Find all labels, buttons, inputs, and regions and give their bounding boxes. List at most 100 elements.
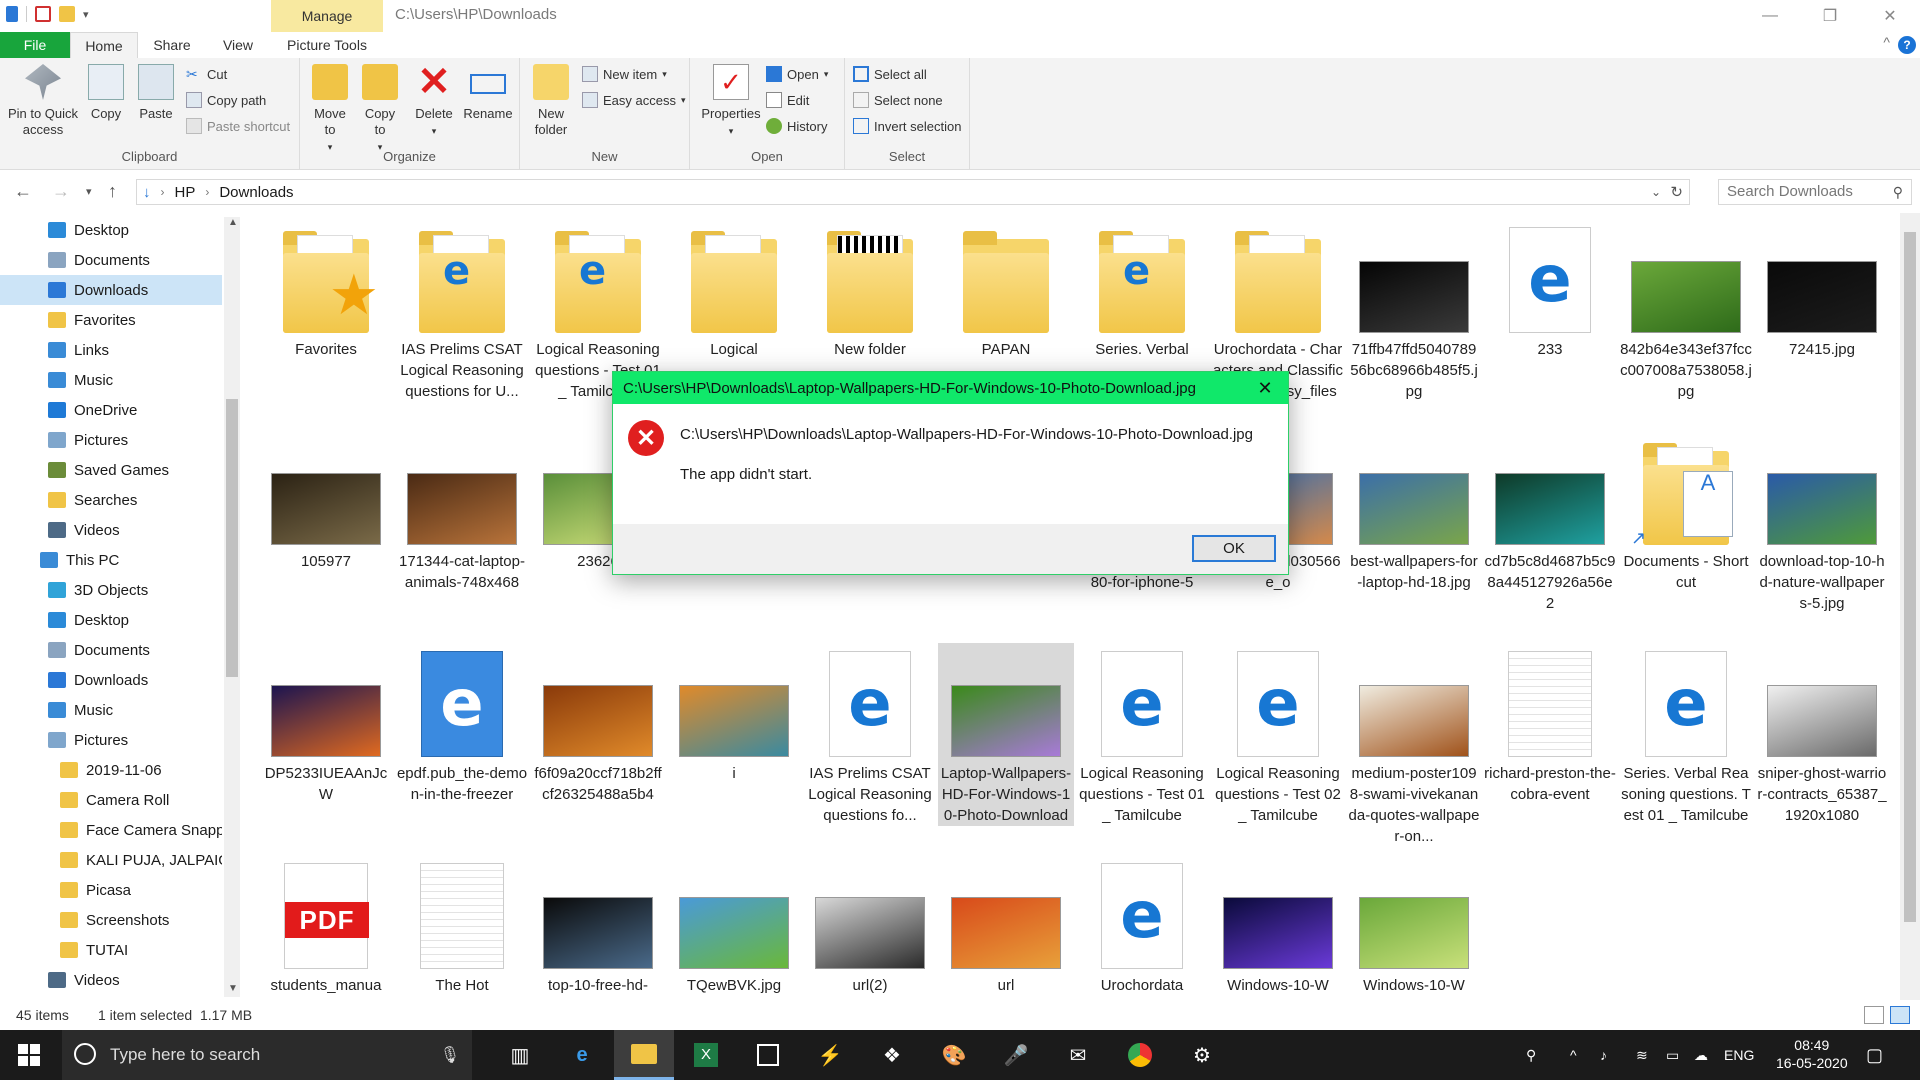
taskbar-search-box[interactable]: Type here to search 🎙 [62, 1030, 472, 1080]
cut-button[interactable]: ✂ Cut [186, 64, 227, 84]
tray-overflow-icon[interactable]: ^ [1570, 1030, 1577, 1080]
open-button[interactable]: Open ▾ [766, 64, 828, 84]
voice-recorder-icon[interactable]: 🎤 [986, 1030, 1046, 1080]
breadcrumb-downloads[interactable]: Downloads [219, 184, 293, 201]
files-scroll-thumb[interactable] [1904, 232, 1916, 922]
file-item[interactable]: top-10-free-hd- [530, 855, 666, 996]
file-item[interactable]: download-top-10-hd-nature-wallpapers-5.j… [1754, 431, 1890, 614]
file-item[interactable]: ★ Favorites [258, 219, 394, 360]
customize-qat-icon[interactable]: ▾ [83, 8, 89, 21]
sidebar-item[interactable]: TUTAI [0, 935, 222, 965]
dialog-close-button[interactable]: ✕ [1242, 372, 1288, 404]
file-item[interactable]: e epdf.pub_the-demon-in-the-freezer [394, 643, 530, 805]
tab-picture-tools[interactable]: Picture Tools [271, 32, 383, 58]
file-item[interactable]: 105977 [258, 431, 394, 572]
file-item[interactable]: PDF students_manua [258, 855, 394, 996]
file-item[interactable]: Laptop-Wallpapers-HD-For-Windows-10-Phot… [938, 643, 1074, 826]
copy-to-button[interactable]: Copy to ▾ [358, 64, 402, 155]
select-all-button[interactable]: Select all [853, 64, 927, 84]
sidebar-item[interactable]: This PC [0, 545, 222, 575]
easy-access-button[interactable]: Easy access ▾ [582, 90, 686, 110]
close-button[interactable]: ✕ [1860, 0, 1920, 32]
minimize-button[interactable]: — [1740, 0, 1800, 32]
sidebar-scroll-thumb[interactable] [226, 399, 238, 677]
file-item[interactable]: e Logical Reasoning questions - Test 02 _… [1210, 643, 1346, 826]
tab-view[interactable]: View [212, 32, 264, 58]
clock[interactable]: 08:49 16-05-2020 [1776, 1036, 1848, 1072]
large-icons-view-button[interactable] [1890, 1006, 1910, 1024]
search-icon[interactable]: ⚲ [1893, 184, 1903, 201]
tab-share[interactable]: Share [146, 32, 198, 58]
back-arrow-icon[interactable]: ← [14, 181, 32, 202]
sidebar-item[interactable]: OneDrive [0, 395, 222, 425]
battery-icon[interactable]: ▭ [1666, 1030, 1679, 1080]
details-view-button[interactable] [1864, 1006, 1884, 1024]
select-none-button[interactable]: Select none [853, 90, 943, 110]
excel-icon[interactable]: X [676, 1030, 736, 1080]
file-item[interactable]: New folder [802, 219, 938, 360]
file-item[interactable]: 71ffb47ffd504078956bc68966b485f5.jpg [1346, 219, 1482, 402]
file-item[interactable]: 842b64e343ef37fccc007008a7538058.jpg [1618, 219, 1754, 402]
sidebar-item[interactable]: Documents [0, 635, 222, 665]
sidebar-item[interactable]: Screenshots [0, 905, 222, 935]
file-item[interactable]: TQewBVK.jpg [666, 855, 802, 996]
sidebar-item[interactable]: Music [0, 365, 222, 395]
paste-shortcut-button[interactable]: Paste shortcut [186, 116, 290, 136]
file-item[interactable]: f6f09a20ccf718b2ffcf26325488a5b4 [530, 643, 666, 805]
sidebar-item[interactable]: Camera Roll [0, 785, 222, 815]
chrome-icon[interactable] [1110, 1030, 1170, 1080]
start-button[interactable] [0, 1030, 58, 1080]
mail-icon[interactable]: ✉ [1048, 1030, 1108, 1080]
delete-button[interactable]: ✕ Delete ▾ [412, 62, 456, 139]
help-icon[interactable]: ? [1898, 36, 1916, 54]
ok-button[interactable]: OK [1192, 535, 1276, 562]
sidebar-item[interactable]: Saved Games [0, 455, 222, 485]
file-item[interactable]: e Series. Verbal [1074, 219, 1210, 360]
sidebar-item[interactable]: Face Camera Snappy [0, 815, 222, 845]
sidebar-item[interactable]: Links [0, 335, 222, 365]
settings-gear-icon[interactable]: ⚙ [1172, 1030, 1232, 1080]
sidebar-item[interactable]: Picasa [0, 875, 222, 905]
address-bar[interactable]: ↓ › HP › Downloads ⌄ ↻ [136, 179, 1690, 205]
copy-path-button[interactable]: Copy path [186, 90, 266, 110]
folder-icon[interactable] [59, 6, 75, 22]
microphone-icon[interactable]: 🎙 [440, 1045, 460, 1065]
network-icon[interactable]: ≋ [1636, 1030, 1648, 1080]
rename-button[interactable]: Rename [462, 64, 514, 122]
file-item[interactable]: e Logical Reasoning questions - Test 01 _… [1074, 643, 1210, 826]
file-item[interactable]: e IAS Prelims CSAT Logical Reasoning ques… [394, 219, 530, 402]
refresh-icon[interactable]: ↻ [1670, 183, 1683, 201]
file-item[interactable]: DP5233IUEAAnJcW [258, 643, 394, 805]
powershell-icon[interactable]: ⚡ [800, 1030, 860, 1080]
task-view-icon[interactable]: ▥ [490, 1030, 550, 1080]
tab-home[interactable]: Home [70, 32, 138, 58]
breadcrumb-hp[interactable]: HP [175, 184, 196, 201]
new-item-button[interactable]: New item ▾ [582, 64, 667, 84]
manage-tab-header[interactable]: Manage [271, 0, 383, 32]
language-indicator[interactable]: ENG [1724, 1030, 1754, 1080]
sidebar-item[interactable]: KALI PUJA, JALPAIGU [0, 845, 222, 875]
sidebar-item[interactable]: 3D Objects [0, 575, 222, 605]
collapse-ribbon-icon[interactable]: ^ [1883, 34, 1890, 50]
dropbox-icon[interactable]: ❖ [862, 1030, 922, 1080]
scroll-down-icon[interactable]: ▼ [228, 983, 238, 994]
copy-button[interactable]: Copy [84, 64, 128, 122]
sidebar-item[interactable]: Desktop [0, 605, 222, 635]
sidebar-item[interactable]: Videos [0, 515, 222, 545]
forward-arrow-icon[interactable]: → [52, 181, 70, 202]
file-item[interactable]: PAPAN [938, 219, 1074, 360]
sidebar-item[interactable]: Pictures [0, 425, 222, 455]
sidebar-item[interactable]: Favorites [0, 305, 222, 335]
new-folder-button[interactable]: New folder [528, 64, 574, 138]
file-item[interactable]: 171344-cat-laptop-animals-748x468 [394, 431, 530, 593]
file-item[interactable]: url(2) [802, 855, 938, 996]
properties-icon[interactable] [35, 6, 51, 22]
file-item[interactable]: medium-poster1098-swami-vivekananda-quot… [1346, 643, 1482, 847]
search-input[interactable]: Search Downloads ⚲ [1718, 179, 1912, 205]
file-item[interactable]: A ↗ Documents - Shortcut [1618, 431, 1754, 593]
address-dropdown-icon[interactable]: ⌄ [1651, 185, 1661, 199]
scroll-up-icon[interactable]: ▲ [228, 217, 238, 228]
file-item[interactable]: richard-preston-the-cobra-event [1482, 643, 1618, 805]
paint-icon[interactable]: 🎨 [924, 1030, 984, 1080]
sidebar-item[interactable]: 2019-11-06 [0, 755, 222, 785]
